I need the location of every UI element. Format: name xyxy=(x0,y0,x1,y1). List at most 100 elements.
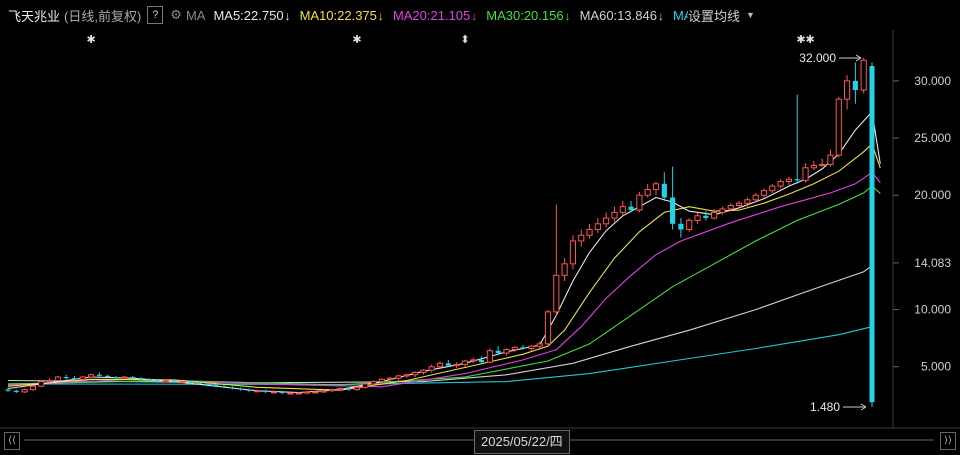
candle[interactable] xyxy=(835,96,842,158)
candle[interactable] xyxy=(46,378,53,383)
candle[interactable] xyxy=(96,372,102,378)
candle-body xyxy=(121,376,128,379)
y-tick-label: 10.000 xyxy=(914,303,951,317)
candle[interactable] xyxy=(661,172,667,201)
candle[interactable] xyxy=(636,191,643,213)
candle[interactable] xyxy=(221,385,227,389)
candle[interactable] xyxy=(603,212,610,228)
candle[interactable] xyxy=(686,218,693,232)
scroll-right-button[interactable]: ⟩⟩ xyxy=(940,432,956,450)
candle-body xyxy=(652,183,660,191)
candle-body xyxy=(395,375,402,379)
candle[interactable] xyxy=(54,375,61,382)
candle-body xyxy=(678,223,684,230)
candle[interactable] xyxy=(420,369,427,375)
event-marker[interactable]: ✱ xyxy=(86,33,95,46)
candle-body xyxy=(819,163,826,166)
candle[interactable] xyxy=(29,385,36,391)
candle[interactable] xyxy=(461,359,468,367)
candle[interactable] xyxy=(852,62,858,104)
candle[interactable] xyxy=(113,375,119,380)
candle[interactable] xyxy=(121,375,128,380)
candle[interactable] xyxy=(378,378,385,384)
candle-body xyxy=(105,375,111,378)
candle[interactable] xyxy=(760,188,768,198)
y-tick-label: 25.000 xyxy=(914,131,951,145)
candle[interactable] xyxy=(403,373,410,379)
candle-body xyxy=(196,382,202,384)
event-marker[interactable]: ✱✱ xyxy=(796,33,814,46)
high-price-label: 32.000 xyxy=(799,51,836,65)
candle[interactable] xyxy=(594,218,601,233)
candle[interactable] xyxy=(553,204,560,316)
candle[interactable] xyxy=(652,181,660,196)
ma120-line xyxy=(7,326,873,386)
candle[interactable] xyxy=(777,179,784,189)
candle[interactable] xyxy=(79,375,86,381)
candle-body xyxy=(561,263,568,276)
candle[interactable] xyxy=(528,345,535,351)
candle[interactable] xyxy=(619,200,626,216)
candlestick-chart[interactable]: 30.000 25.000 20.000 14.083 10.000 5.000 32.00… xyxy=(0,0,960,430)
candle-body xyxy=(644,189,651,196)
candle[interactable] xyxy=(586,223,593,239)
candle-body xyxy=(736,202,743,207)
candle[interactable] xyxy=(63,374,69,380)
candle[interactable] xyxy=(827,149,834,167)
candle[interactable] xyxy=(802,163,809,183)
candle[interactable] xyxy=(544,309,552,346)
candle[interactable] xyxy=(353,386,360,391)
candle[interactable] xyxy=(395,374,402,381)
candle-body xyxy=(594,223,601,231)
candle[interactable] xyxy=(262,389,269,394)
candle[interactable] xyxy=(246,388,252,392)
candle[interactable] xyxy=(238,387,244,391)
candle[interactable] xyxy=(362,382,369,389)
candle[interactable] xyxy=(453,362,460,368)
candle-body xyxy=(221,386,227,388)
candle[interactable] xyxy=(794,94,800,184)
candle[interactable] xyxy=(869,62,875,407)
candle-body xyxy=(287,392,294,395)
candle[interactable] xyxy=(670,166,676,230)
candle[interactable] xyxy=(694,212,701,224)
candle-body xyxy=(403,374,410,377)
candle[interactable] xyxy=(644,183,651,198)
candle[interactable] xyxy=(819,158,826,167)
candle-body xyxy=(171,380,177,382)
candle[interactable] xyxy=(254,389,261,393)
candle[interactable] xyxy=(328,388,336,392)
candle[interactable] xyxy=(611,206,618,222)
candle[interactable] xyxy=(860,58,867,94)
candle-body xyxy=(420,369,427,373)
candle[interactable] xyxy=(769,183,776,193)
candle[interactable] xyxy=(13,389,19,394)
candle[interactable] xyxy=(229,386,235,390)
candle[interactable] xyxy=(88,373,95,379)
candle[interactable] xyxy=(844,75,851,110)
candle-body xyxy=(353,386,360,391)
candle-body xyxy=(727,205,734,210)
candle[interactable] xyxy=(561,258,568,281)
candle[interactable] xyxy=(486,348,493,364)
candle[interactable] xyxy=(578,229,585,247)
candle[interactable] xyxy=(387,377,394,382)
candle[interactable] xyxy=(569,235,576,270)
candle[interactable] xyxy=(470,357,477,364)
candle[interactable] xyxy=(21,388,28,394)
candle[interactable] xyxy=(503,348,510,356)
candle[interactable] xyxy=(785,176,792,185)
candle[interactable] xyxy=(678,218,684,238)
candle[interactable] xyxy=(810,160,817,171)
scroll-left-button[interactable]: ⟨⟨ xyxy=(4,432,20,450)
candle-body xyxy=(520,347,526,349)
candle[interactable] xyxy=(428,364,435,373)
candle[interactable] xyxy=(412,371,419,378)
event-marker[interactable]: ✱ xyxy=(352,33,361,46)
candle[interactable] xyxy=(703,211,709,221)
candle[interactable] xyxy=(38,380,45,388)
event-marker[interactable]: ⬍ xyxy=(460,33,469,46)
candle-body xyxy=(229,387,235,389)
candle-body xyxy=(503,349,510,354)
candle-body xyxy=(436,362,444,368)
